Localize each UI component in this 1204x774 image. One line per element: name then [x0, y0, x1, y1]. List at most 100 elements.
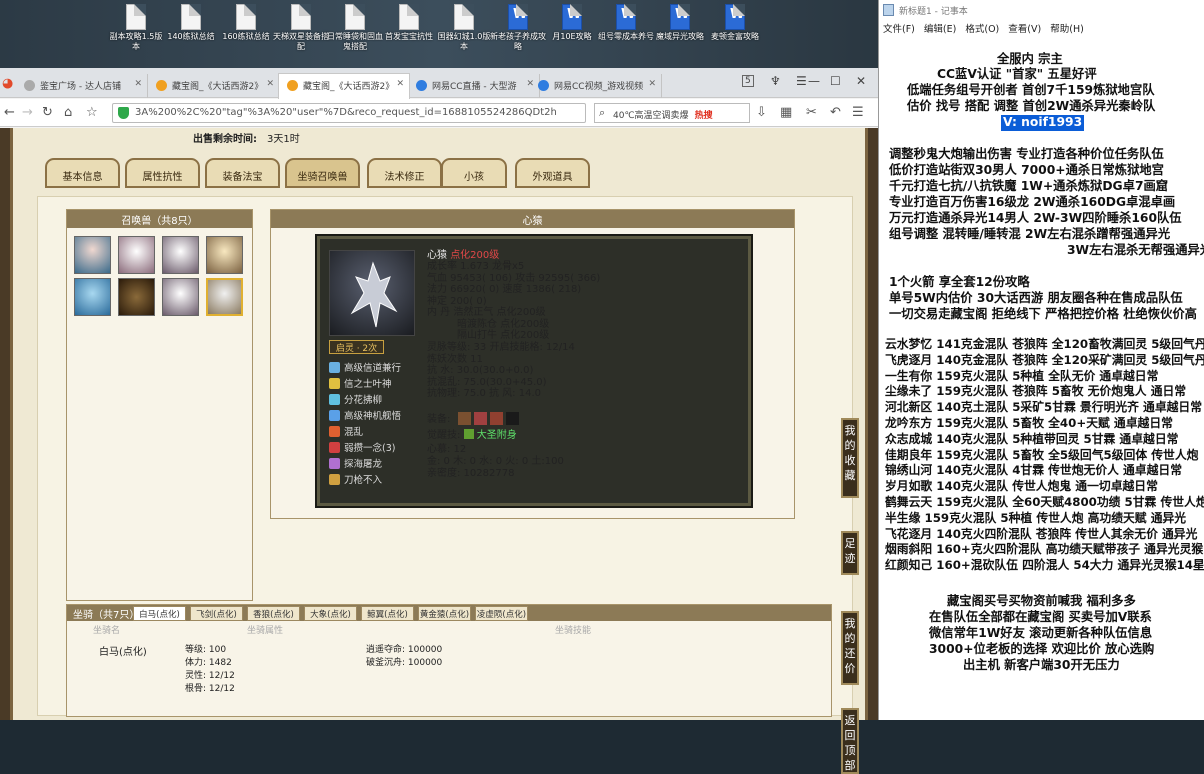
game-tab[interactable]: 基本信息: [45, 158, 120, 188]
back-icon[interactable]: ←: [4, 105, 15, 120]
pet-thumb[interactable]: [74, 236, 111, 274]
menu-icon[interactable]: ☰: [796, 74, 807, 88]
mount-stat: 体力: 1482: [185, 658, 232, 668]
back-to-top-button[interactable]: 返回顶部: [841, 708, 859, 774]
menu-view[interactable]: 查看(V): [1008, 24, 1041, 35]
more-icon[interactable]: ☰: [852, 105, 864, 120]
browser-logo-icon[interactable]: ◕: [2, 76, 13, 91]
browser-tab-4[interactable]: 网易CC直播 - 大型游 ✕: [408, 74, 540, 98]
my-bargain-button[interactable]: 我的还价: [841, 611, 859, 685]
desktop-file-icon[interactable]: 麦顿金富攻略: [707, 4, 763, 42]
desktop-file-icon[interactable]: 魔域异光攻略: [652, 4, 708, 42]
desktop-file-icon[interactable]: 天梯双星装备搭配: [273, 4, 329, 52]
bookmark-star-icon[interactable]: ☆: [86, 105, 98, 120]
pet-resist-physical: 抗物理: 75.0 抗 风: 14.0: [427, 388, 541, 399]
search-input[interactable]: ⌕ 40℃高温空调卖爆 热搜: [594, 103, 750, 123]
tab-count-badge[interactable]: 5: [742, 75, 754, 87]
minimize-icon[interactable]: —: [808, 74, 820, 88]
service-line: 专业打造百万伤害16级龙 2W通杀160DG卓混卓画: [889, 195, 1176, 209]
service-line: 组号调整 混转睡/睡转混 2W左右混杀蹭帮强通异光: [889, 227, 1171, 241]
text-file-icon: [345, 4, 365, 30]
extensions-icon[interactable]: ▦: [780, 105, 792, 120]
window-close-icon[interactable]: ✕: [856, 74, 866, 88]
browser-tab-1[interactable]: 鉴宝广场 - 达人店铺 ✕: [16, 74, 148, 98]
mount-tab[interactable]: 黄金猿(点化): [418, 606, 471, 621]
mount-tab[interactable]: 白马(点化): [133, 606, 186, 621]
pet-skill: 刀枪不入: [329, 472, 382, 486]
mount-stat: 等级: 100: [185, 645, 227, 655]
close-icon[interactable]: ✕: [134, 79, 142, 89]
equip-slot-icon[interactable]: [473, 412, 487, 425]
pet-detail-panel: 心猿 启灵 · 2次 高级信道兼行 信之士叶神 分花拂柳 高级神机舰悟 混乱 弱…: [270, 209, 795, 519]
home-icon[interactable]: ⌂: [64, 105, 72, 120]
game-tab[interactable]: 外观道具: [515, 158, 590, 188]
team-listing-line: 岁月如歌 140克火混队 传世人炮鬼 通一切卓越日常: [885, 479, 1158, 494]
browser-tab-5[interactable]: 网易CC视频_游戏视频 ✕: [530, 74, 662, 98]
service-line: 单号5W内估价 30大话西游 朋友圈各种在售成品队伍: [889, 291, 1183, 305]
pet-neidan: 暗渡陈仓 点化200级: [457, 319, 550, 330]
desktop-file-icon[interactable]: 国器幻城1.0版本: [436, 4, 492, 52]
pet-skill: 分花拂柳: [329, 392, 382, 406]
menu-file[interactable]: 文件(F): [883, 24, 915, 35]
mount-tab[interactable]: 大象(点化): [304, 606, 357, 621]
menu-help[interactable]: 帮助(H): [1050, 24, 1084, 35]
skin-icon[interactable]: ♆: [770, 74, 781, 88]
game-tab[interactable]: 装备法宝: [205, 158, 280, 188]
game-tab[interactable]: 坐骑召唤兽: [285, 158, 360, 188]
mount-stat: 根骨: 12/12: [185, 684, 235, 694]
desktop-file-icon[interactable]: 副本攻略1.5版本: [108, 4, 164, 52]
forward-icon[interactable]: →: [22, 105, 33, 120]
pet-portrait: [329, 250, 415, 336]
mount-tab[interactable]: 鲸翼(点化): [361, 606, 414, 621]
pet-thumb[interactable]: [118, 236, 155, 274]
desktop-file-icon[interactable]: 140练狱总结: [163, 4, 219, 42]
pet-lianyao: 炼妖次数 11: [427, 354, 483, 365]
pet-thumb[interactable]: [74, 278, 111, 316]
desktop-file-icon[interactable]: 日常睡袋和固血鬼搭配: [327, 4, 383, 52]
pet-thumb[interactable]: [162, 278, 199, 316]
service-line: 一切交易走藏宝阁 拒绝线下 严格把控价格 杜绝恢伙价高: [889, 307, 1197, 321]
mount-tab[interactable]: 飞剑(点化): [190, 606, 243, 621]
equip-slot-icon[interactable]: [489, 412, 503, 425]
desktop-file-icon[interactable]: 月10E攻略: [544, 4, 600, 42]
desktop-file-label: 首发宝宝抗性: [385, 32, 433, 41]
desktop-file-icon[interactable]: 新老孩子养成攻略: [490, 4, 546, 52]
pet-thumb[interactable]: [118, 278, 155, 316]
close-icon[interactable]: ✕: [266, 79, 274, 89]
browser-tab-2[interactable]: 藏宝阁_《大话西游2》 ✕: [148, 74, 280, 98]
word-doc-icon: [670, 4, 690, 30]
footprint-button[interactable]: 足迹: [841, 531, 859, 575]
pet-thumb-selected[interactable]: [206, 278, 243, 316]
team-listing-line: 尘缘未了 159克火混队 苍狼阵 5畜牧 无价炮鬼人 通日常: [885, 384, 1187, 399]
cut-icon[interactable]: ✂: [806, 105, 817, 120]
maximize-icon[interactable]: ☐: [830, 74, 841, 88]
menu-format[interactable]: 格式(O): [965, 24, 999, 35]
close-icon[interactable]: ✕: [396, 79, 404, 89]
game-tab[interactable]: 属性抗性: [125, 158, 200, 188]
desktop-file-icon[interactable]: 160练狱总结: [218, 4, 274, 42]
mount-tab[interactable]: 香狼(点化): [247, 606, 300, 621]
address-bar[interactable]: 3A%200%2C%20"tag"%3A%20"user"%7D&reco_re…: [112, 103, 586, 123]
my-favorites-button[interactable]: 我的收藏: [841, 418, 859, 498]
mount-tab[interactable]: 凌虚陨(点化): [475, 606, 528, 621]
reload-icon[interactable]: ↻: [42, 105, 53, 120]
game-tab[interactable]: 小孩: [441, 158, 507, 188]
equip-slot-icon[interactable]: [457, 412, 471, 425]
browser-tab-3[interactable]: 藏宝阁_《大话西游2》 ✕: [278, 73, 410, 99]
equip-slot-icon[interactable]: [506, 412, 520, 425]
pet-list-panel: 召唤兽（共8只）: [66, 209, 253, 601]
hot-search-badge[interactable]: 热搜: [695, 111, 713, 121]
notepad-text-area[interactable]: 全服内 宗主 CC蓝V认证 "首家" 五星好评 低端任务组号开创者 首创7千159炼…: [879, 50, 1204, 720]
desktop-file-icon[interactable]: 组号零成本养号: [598, 4, 654, 42]
desktop-file-label: 160练狱总结: [222, 32, 270, 41]
word-doc-icon: [508, 4, 528, 30]
undo-icon[interactable]: ↶: [830, 105, 841, 120]
pet-hp-attack: 气血 95453( 106) 攻击 92595( 366): [427, 273, 601, 284]
pet-thumb[interactable]: [162, 236, 199, 274]
desktop-file-icon[interactable]: 首发宝宝抗性: [381, 4, 437, 42]
downloads-icon[interactable]: ⇩: [756, 105, 767, 120]
close-icon[interactable]: ✕: [648, 79, 656, 89]
menu-edit[interactable]: 编辑(E): [924, 24, 956, 35]
pet-thumb[interactable]: [206, 236, 243, 274]
game-tab[interactable]: 法术修正: [367, 158, 442, 188]
